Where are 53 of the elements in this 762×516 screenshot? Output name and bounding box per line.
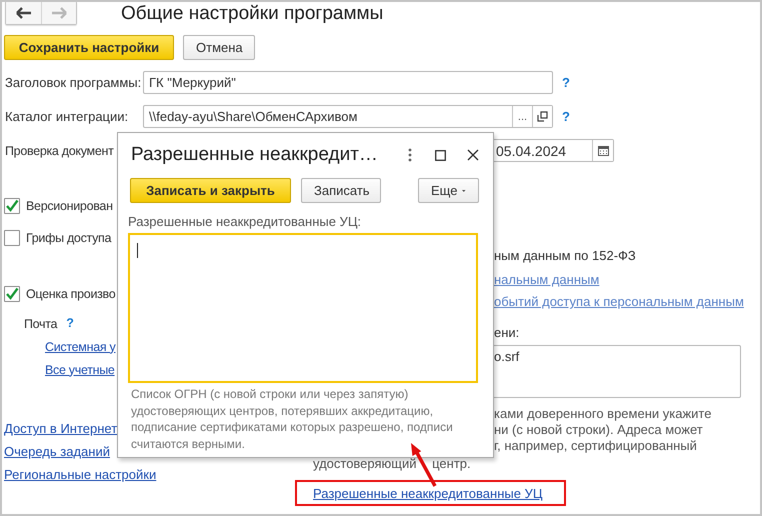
path-field[interactable]: \\feday-ayu\Share\ОбменСАрхивом ... xyxy=(143,105,553,128)
window-title: Общие настройки программы xyxy=(121,3,384,25)
checkbox-label: Оценка произво xyxy=(26,286,116,300)
text-cursor xyxy=(137,243,138,258)
text-area[interactable]: o.srf xyxy=(494,345,741,398)
right-arrow-icon xyxy=(51,7,67,19)
save-button[interactable]: Записать xyxy=(301,178,381,203)
note-text: ками доверенного времени укажите xyxy=(494,406,712,422)
save-close-button[interactable]: Записать и закрыть xyxy=(130,178,291,203)
field-label: Заголовок программы: xyxy=(5,75,142,90)
field-value: \\feday-ayu\Share\ОбменСАрхивом xyxy=(148,108,358,126)
option-text: ени: xyxy=(494,324,520,342)
settings-link[interactable]: Региональные настройки xyxy=(4,466,156,484)
date-field[interactable]: 05.04.2024 xyxy=(494,139,614,162)
back-button[interactable] xyxy=(6,2,41,24)
caret-icon xyxy=(462,188,466,192)
help-link[interactable]: ? xyxy=(562,110,570,123)
calendar-button[interactable] xyxy=(592,140,613,161)
cancel-button[interactable]: Отмена xyxy=(183,35,255,60)
checkbox-label: Грифы доступа xyxy=(26,230,112,244)
checkbox-label: Версионирован xyxy=(26,198,113,212)
help-link[interactable]: ? xyxy=(562,76,570,89)
checkbox[interactable] xyxy=(4,286,20,302)
settings-link[interactable]: обытий доступа к персональным данным xyxy=(494,292,760,312)
field-label: Каталог интеграции: xyxy=(5,109,130,124)
option-text: ным данным по 152-ФЗ xyxy=(494,247,637,265)
settings-link[interactable]: Очередь заданий xyxy=(4,443,110,461)
settings-link[interactable]: Системная у xyxy=(45,340,116,354)
dialog-title: Разрешенные неаккредит… xyxy=(131,144,379,166)
settings-link[interactable]: Все учетные xyxy=(45,362,115,376)
help-link[interactable]: ? xyxy=(66,317,74,330)
field-label: Разрешенные неаккредитованные УЦ: xyxy=(128,214,362,230)
checkbox[interactable] xyxy=(4,230,20,246)
more-icon[interactable] xyxy=(408,148,412,162)
settings-link[interactable]: Разрешенные неаккредитованные УЦ xyxy=(313,486,542,500)
section-label: Почта xyxy=(24,316,58,330)
input-field[interactable]: ГК "Меркурий" xyxy=(143,71,553,94)
close-icon[interactable] xyxy=(467,149,479,161)
hint-text: Список ОГРН (с новой строки или через запятую) удостоверяющих центров, потерявших аккредитацию, подписание сертификатами которых разрешено, подписи считаются верными. xyxy=(130,386,454,452)
copy-icon xyxy=(537,111,548,122)
settings-link[interactable]: нальным данным xyxy=(494,270,760,290)
maximize-icon[interactable] xyxy=(435,150,446,160)
checkbox[interactable] xyxy=(4,198,20,214)
field-value: 05.04.2024 xyxy=(495,142,568,161)
left-arrow-icon xyxy=(16,7,32,19)
open-button[interactable] xyxy=(532,106,552,127)
note-text: г, например, сертифицированный xyxy=(494,438,698,454)
save-button[interactable]: Сохранить настройки xyxy=(4,35,174,60)
note-text: удостоверяющий центр. xyxy=(313,456,472,472)
note-text: ни (с новой строки). Адреса может xyxy=(494,422,704,438)
calendar-icon xyxy=(598,145,608,156)
settings-link[interactable]: Доступ в Интернет xyxy=(4,420,118,438)
more-button[interactable]: Еще xyxy=(418,178,479,203)
